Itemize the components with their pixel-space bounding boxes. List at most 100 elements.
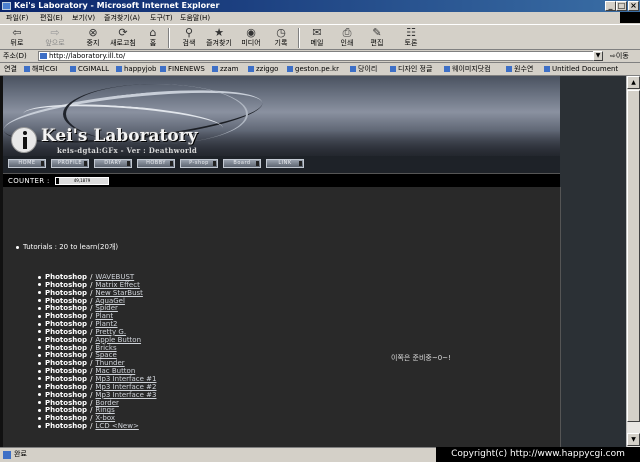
tutorial-link[interactable]: X-box [95, 414, 115, 422]
bullet-icon [38, 369, 41, 373]
bullet-icon [38, 275, 41, 279]
link-item[interactable]: 해피CGI [24, 63, 57, 75]
menu-view[interactable]: 보기(V) [72, 12, 95, 24]
link-item[interactable]: zziggo [248, 63, 278, 75]
separator: / [90, 414, 93, 423]
nav-arrow-icon [256, 161, 259, 166]
menu-favorites[interactable]: 즐겨찾기(A) [104, 12, 140, 24]
tutorial-link[interactable]: LCD <New> [95, 422, 138, 430]
tutorial-list: Photoshop / WAVEBUST Photoshop / Matrix Effec… [38, 273, 156, 431]
link-item[interactable]: zzam [212, 63, 238, 75]
link-item[interactable]: geston.pe.kr [287, 63, 339, 75]
nav-home[interactable]: HOME [8, 159, 46, 168]
tutorial-link[interactable]: Rings [95, 406, 114, 414]
tutorial-link[interactable]: Thunder [95, 359, 124, 367]
mail-button[interactable]: ✉ 메일 [302, 26, 332, 50]
nav-hobby[interactable]: HOBBY [137, 159, 175, 168]
back-button[interactable]: ⇦ 뒤로 [2, 26, 32, 50]
scroll-down-icon[interactable]: ▼ [627, 433, 640, 446]
print-button[interactable]: ⎙ 인쇄 [332, 26, 362, 50]
tutorial-link[interactable]: WAVEBUST [95, 273, 134, 281]
edit-button[interactable]: ✎ 편집 [362, 26, 392, 50]
forward-arrow-icon: ⇨ [50, 26, 60, 39]
tutorial-link[interactable]: Matrix Effect [95, 281, 139, 289]
windows-logo-icon [620, 12, 640, 23]
nav-pshop[interactable]: P-shop [180, 159, 218, 168]
separator: / [90, 374, 93, 383]
nav-diary[interactable]: DIARY [94, 159, 132, 168]
status-text: 완료 [14, 450, 27, 458]
stop-button[interactable]: ⊗ 중지 [78, 26, 108, 50]
link-item[interactable]: 당이리 [350, 63, 377, 75]
copyright-watermark: Copyright(c) http://www.happycgi.com [436, 447, 640, 462]
home-button[interactable]: ⌂ 홈 [138, 26, 168, 50]
tutorial-link[interactable]: Bricks [95, 344, 116, 352]
address-url: http://laboratory.ill.to/ [49, 52, 126, 60]
menu-file[interactable]: 파일(F) [6, 12, 28, 24]
tutorial-link[interactable]: Spider [95, 304, 117, 312]
bullet-icon [38, 346, 41, 350]
address-dropdown-icon[interactable]: ▼ [593, 51, 603, 61]
separator: / [90, 359, 93, 368]
scroll-up-icon[interactable]: ▲ [627, 76, 640, 89]
tutorial-category: Photoshop [45, 280, 88, 289]
bullet-icon [38, 283, 41, 287]
tutorial-item: Photoshop / LCD <New> [38, 422, 156, 431]
link-item[interactable]: CGIMALL [70, 63, 109, 75]
link-icon [248, 66, 254, 72]
tutorial-link[interactable]: Plant [95, 312, 113, 320]
history-button[interactable]: ◷ 기록 [266, 26, 296, 50]
tutorial-category: Photoshop [45, 422, 88, 431]
minimize-button[interactable]: _ [605, 1, 616, 11]
link-item[interactable]: Untitled Document [544, 63, 618, 75]
tutorial-category: Photoshop [45, 414, 88, 423]
link-icon [160, 66, 166, 72]
edit-icon: ✎ [372, 26, 382, 39]
link-item[interactable]: 원수연 [506, 63, 533, 75]
toolbar: ⇦ 뒤로 ⇨ 앞으로 ⊗ 중지 ⟳ 새로고침 ⌂ 홈 ⚲ 검색 ★ 즐겨찾기 ◉ 미디어 ◷ 기록… [0, 24, 640, 50]
menu-edit[interactable]: 편집(E) [40, 12, 63, 24]
menu-help[interactable]: 도움말(H) [180, 12, 210, 24]
nav-board[interactable]: Board [223, 159, 261, 168]
address-input[interactable]: http://laboratory.ill.to/ [38, 51, 603, 61]
ie-icon [2, 2, 11, 10]
tutorial-link[interactable]: Pretty G. [95, 328, 126, 336]
tutorial-link[interactable]: Mp3 Interface #3 [95, 391, 156, 399]
tutorial-link[interactable]: Mp3 Interface #1 [95, 375, 156, 383]
discuss-icon: ☷ [406, 26, 416, 39]
tutorial-link[interactable]: AquaGel [95, 297, 125, 305]
link-item[interactable]: happyjob [116, 63, 156, 75]
vertical-scrollbar[interactable]: ▲ ▼ [626, 76, 640, 447]
tutorial-category: Photoshop [45, 273, 88, 281]
separator: / [90, 343, 93, 352]
bullet-icon [38, 393, 41, 397]
tutorial-link[interactable]: Mac Button [95, 367, 135, 375]
counter-label: COUNTER : [8, 177, 50, 185]
go-button[interactable]: ⇨이동 [610, 51, 629, 61]
separator: / [90, 312, 93, 321]
favorites-button[interactable]: ★ 즐겨찾기 [204, 26, 234, 50]
nav-profile[interactable]: PROFILE [51, 159, 89, 168]
link-item[interactable]: FINENEWS [160, 63, 205, 75]
menu-tools[interactable]: 도구(T) [150, 12, 173, 24]
tutorial-link[interactable]: Border [95, 399, 118, 407]
search-button[interactable]: ⚲ 검색 [174, 26, 204, 50]
refresh-button[interactable]: ⟳ 새로고침 [108, 26, 138, 50]
scroll-thumb[interactable] [627, 90, 640, 422]
maximize-button[interactable]: □ [616, 1, 627, 11]
tutorial-link[interactable]: Mp3 Interface #2 [95, 383, 156, 391]
discuss-button[interactable]: ☷ 토론 [396, 26, 426, 50]
forward-button[interactable]: ⇨ 앞으로 [40, 26, 70, 50]
close-button[interactable]: × [628, 1, 639, 11]
link-item[interactable]: 웨이미지닷컴 [444, 63, 491, 75]
media-button[interactable]: ◉ 미디어 [236, 26, 266, 50]
tutorial-link[interactable]: Apple Button [95, 336, 141, 344]
page-done-icon [3, 451, 11, 459]
tutorial-category: Photoshop [45, 343, 88, 352]
tutorial-category: Photoshop [45, 320, 88, 329]
tutorial-link[interactable]: New StarBust [95, 289, 142, 297]
tutorial-link[interactable]: Plant2 [95, 320, 117, 328]
tutorial-link[interactable]: Space [95, 351, 116, 360]
link-item[interactable]: 디자인 정글 [390, 63, 432, 75]
nav-link[interactable]: LINK [266, 159, 304, 168]
